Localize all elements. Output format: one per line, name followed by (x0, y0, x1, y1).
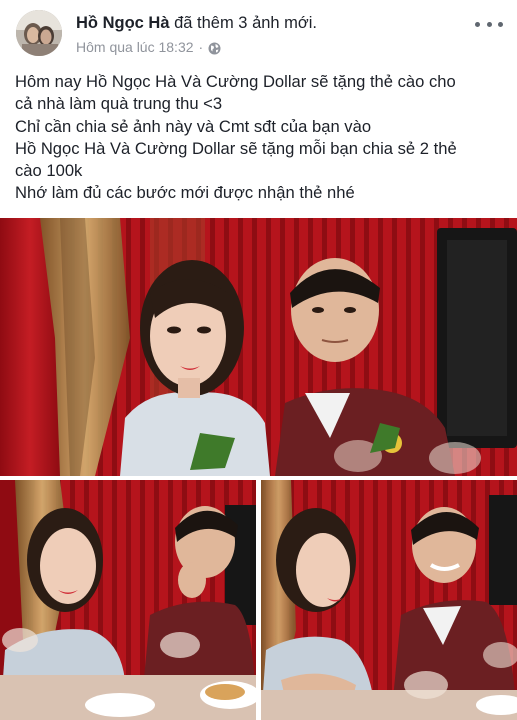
post-text-line: Hôm nay Hồ Ngọc Hà Và Cường Dollar sẽ tặ… (15, 72, 456, 91)
post-photo-main[interactable] (0, 218, 517, 476)
post-text-line: Hồ Ngọc Hà Và Cường Dollar sẽ tặng mỗi b… (15, 138, 457, 158)
post-text-line: cả nhà làm quà trung thu <3 (15, 94, 223, 114)
post-body-text: Hôm nay Hồ Ngọc Hà Và Cường Dollar sẽ tặ… (15, 71, 510, 205)
more-dot (486, 21, 492, 27)
post-photo-right[interactable] (261, 480, 517, 720)
more-dot (498, 21, 503, 27)
post-text-line: Chỉ cần chia sẻ ảnh này và Cmt sđt của b… (15, 116, 372, 136)
more-options-icon[interactable] (475, 14, 503, 34)
globe-icon[interactable] (208, 41, 221, 54)
post-header: Hồ Ngọc Hà đã thêm 3 ảnh mới. Hôm qua lú… (0, 0, 517, 64)
meta-separator: · (198, 39, 204, 55)
post-action-text: đã thêm 3 ảnh mới. (169, 14, 317, 32)
post-meta: Hôm qua lúc 18:32 · (76, 38, 221, 56)
facebook-post: Hồ Ngọc Hà đã thêm 3 ảnh mới. Hôm qua lú… (0, 0, 517, 720)
more-dot (475, 21, 480, 27)
author-name-link[interactable]: Hồ Ngọc Hà (76, 14, 170, 32)
avatar-image (16, 10, 62, 56)
author-avatar[interactable] (16, 10, 62, 56)
post-text-line: Nhớ làm đủ các bước mới được nhận thẻ nh… (15, 183, 355, 203)
post-timestamp[interactable]: Hôm qua lúc 18:32 (76, 38, 194, 56)
post-photo-left[interactable] (0, 480, 256, 720)
post-text-line: cào 100k (15, 161, 83, 181)
author-line: Hồ Ngọc Hà đã thêm 3 ảnh mới. (76, 13, 317, 33)
